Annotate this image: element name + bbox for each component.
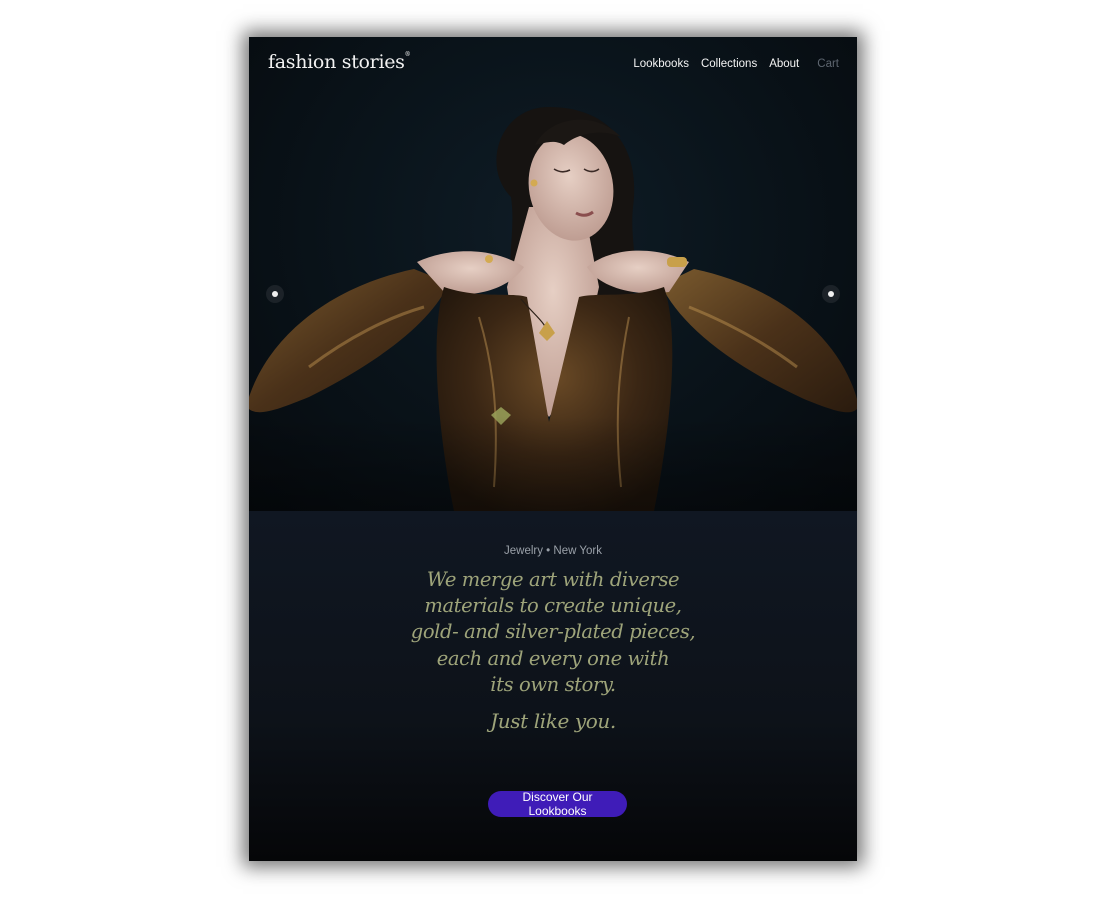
- tagline: Just like you.: [490, 709, 616, 733]
- discover-lookbooks-button[interactable]: Discover Our Lookbooks: [488, 790, 627, 818]
- nav-links: Lookbooks Collections About Cart: [621, 58, 839, 70]
- statement-line: gold- and silver-plated pieces,: [410, 620, 696, 644]
- statement-line: We merge art with diverse: [426, 568, 680, 591]
- nav-item-lookbooks[interactable]: Lookbooks: [633, 58, 689, 70]
- hero-section: fashion stories® Lookbooks Collections A…: [249, 37, 857, 511]
- page-frame: fashion stories® Lookbooks Collections A…: [249, 37, 857, 861]
- nav-item-cart[interactable]: Cart: [817, 58, 839, 70]
- carousel-next-dot-icon[interactable]: [822, 285, 840, 303]
- nav-item-about[interactable]: About: [769, 58, 799, 70]
- top-navigation: fashion stories® Lookbooks Collections A…: [249, 37, 857, 95]
- statement-line: materials to create unique,: [424, 594, 682, 618]
- nav-item-collections[interactable]: Collections: [701, 58, 757, 70]
- category-location-label: Jewelry • New York: [504, 545, 602, 557]
- intro-section: Jewelry • New York We merge art with div…: [249, 511, 857, 861]
- statement-line: each and every one with: [436, 646, 670, 670]
- statement-line: its own story.: [490, 672, 616, 696]
- brand-logo[interactable]: fashion stories®: [268, 51, 411, 73]
- brand-statement: We merge art with diverse materials to c…: [249, 567, 857, 698]
- carousel-prev-dot-icon[interactable]: [266, 285, 284, 303]
- model-portrait-image: [249, 37, 857, 511]
